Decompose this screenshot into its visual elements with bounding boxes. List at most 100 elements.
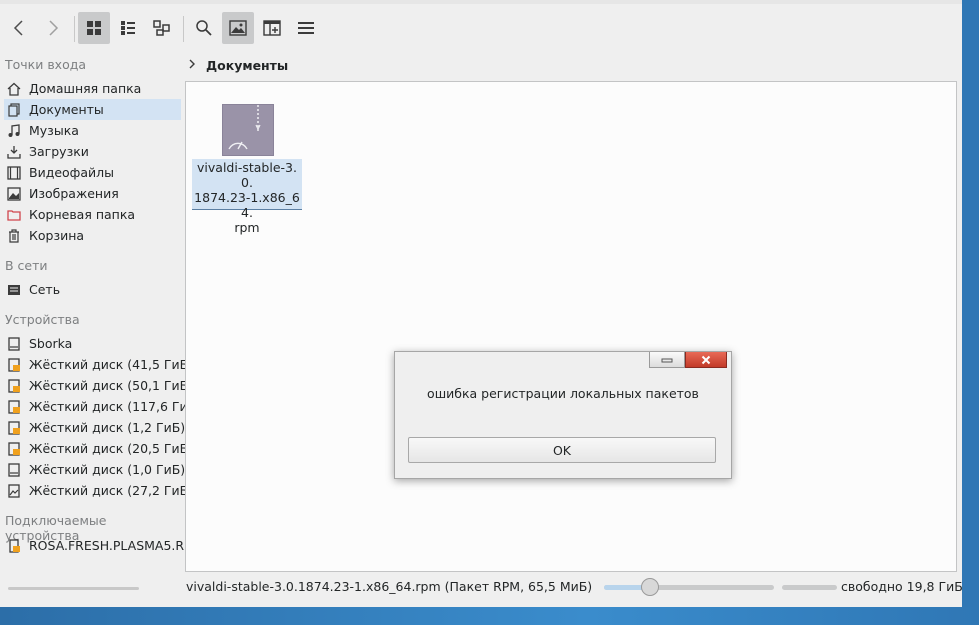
tree-view-icon bbox=[153, 20, 170, 36]
sidebar-scrollbar[interactable] bbox=[8, 587, 139, 590]
forward-arrow-icon bbox=[49, 20, 59, 36]
videos-icon bbox=[7, 165, 21, 180]
sidebar-item-music[interactable]: Музыка bbox=[4, 120, 181, 141]
sidebar-item-label: Корзина bbox=[29, 228, 85, 243]
breadcrumb: Документы bbox=[186, 54, 288, 76]
drive-locked-icon bbox=[7, 378, 21, 393]
back-button[interactable] bbox=[3, 12, 35, 44]
chevron-right-icon[interactable] bbox=[188, 58, 196, 73]
downloads-icon bbox=[7, 145, 21, 159]
sidebar-item-label: Сеть bbox=[29, 282, 61, 297]
sidebar-item-videos[interactable]: Видеофайлы bbox=[4, 162, 181, 183]
icons-view-button[interactable] bbox=[78, 12, 110, 44]
sidebar-item-label: Загрузки bbox=[29, 144, 89, 159]
drive-image-icon bbox=[7, 483, 21, 498]
drive-icon bbox=[7, 336, 21, 351]
error-dialog: ошибка регистрации локальных пакетов OK bbox=[394, 351, 732, 479]
removable-drive-icon bbox=[7, 538, 21, 553]
sidebar-item-device[interactable]: Жёсткий диск (20,5 ГиБ) bbox=[4, 438, 193, 459]
sidebar-item-label: Жёсткий диск (1,0 ГиБ) bbox=[29, 462, 186, 477]
close-icon bbox=[701, 355, 711, 364]
minimize-icon bbox=[661, 358, 673, 362]
drive-icon bbox=[7, 462, 21, 477]
zoom-slider[interactable] bbox=[604, 578, 774, 596]
section-heading-devices: Устройства bbox=[5, 312, 80, 327]
home-icon bbox=[7, 82, 21, 96]
drive-locked-icon bbox=[7, 420, 21, 435]
sidebar-item-label: Изображения bbox=[29, 186, 119, 201]
rpm-package-icon bbox=[222, 104, 274, 156]
compact-view-icon bbox=[121, 21, 135, 35]
drive-locked-icon bbox=[7, 441, 21, 456]
toolbar-separator bbox=[74, 16, 75, 42]
image-preview-icon bbox=[229, 20, 247, 36]
sidebar-item-downloads[interactable]: Загрузки bbox=[4, 141, 181, 162]
sidebar-item-device[interactable]: Жёсткий диск (1,2 ГиБ) bbox=[4, 417, 185, 438]
sidebar-item-label: Жёсткий диск (20,5 ГиБ) bbox=[29, 441, 194, 456]
sidebar-item-device[interactable]: Жёсткий диск (41,5 ГиБ) bbox=[4, 354, 193, 375]
section-heading-network: В сети bbox=[5, 258, 48, 273]
sidebar-item-label: Жёсткий диск (117,6 ГиБ) bbox=[29, 399, 202, 414]
file-manager-window: Точки входа Домашняя папка Документы Муз… bbox=[0, 0, 962, 607]
network-icon bbox=[7, 283, 21, 297]
free-space-bar bbox=[782, 585, 837, 590]
sidebar-item-removable[interactable]: ROSA.FRESH.PLASMA5.R11 bbox=[4, 535, 200, 556]
icons-view-icon bbox=[87, 21, 101, 35]
file-name: vivaldi-stable-3.0. 1874.23-1.x86_64. rp… bbox=[192, 159, 302, 235]
selection-info: vivaldi-stable-3.0.1874.23-1.x86_64.rpm … bbox=[186, 579, 593, 594]
root-folder-icon bbox=[7, 208, 21, 222]
compact-view-button[interactable] bbox=[112, 12, 144, 44]
file-name-line: 1874.23-1.x86_64. bbox=[194, 190, 300, 220]
sidebar-item-device[interactable]: Жёсткий диск (27,2 ГиБ) bbox=[4, 480, 193, 501]
file-view[interactable]: vivaldi-stable-3.0. 1874.23-1.x86_64. rp… bbox=[185, 81, 957, 572]
trash-icon bbox=[7, 228, 21, 243]
window-titlebar bbox=[0, 0, 962, 4]
sidebar-item-root[interactable]: Корневая папка bbox=[4, 204, 181, 225]
section-heading-places: Точки входа bbox=[5, 57, 87, 72]
hamburger-menu-icon bbox=[298, 22, 314, 34]
sidebar-item-trash[interactable]: Корзина bbox=[4, 225, 181, 246]
split-view-button[interactable] bbox=[256, 12, 288, 44]
file-name-line: rpm bbox=[234, 220, 260, 235]
menu-button[interactable] bbox=[290, 12, 322, 44]
sidebar-item-label: Музыка bbox=[29, 123, 79, 138]
minimize-button[interactable] bbox=[649, 352, 685, 368]
sidebar-item-device[interactable]: Жёсткий диск (1,0 ГиБ) bbox=[4, 459, 185, 480]
sidebar-item-label: Sborka bbox=[29, 336, 73, 351]
sidebar-item-device[interactable]: Жёсткий диск (117,6 ГиБ) bbox=[4, 396, 201, 417]
sidebar-item-label: ROSA.FRESH.PLASMA5.R11 bbox=[29, 538, 200, 553]
sidebar-item-label: Домашняя папка bbox=[29, 81, 142, 96]
sidebar-item-device[interactable]: Sborka bbox=[4, 333, 181, 354]
music-icon bbox=[7, 123, 21, 138]
sidebar-item-label: Документы bbox=[29, 102, 104, 117]
ok-button[interactable]: OK bbox=[408, 437, 716, 463]
status-bar: vivaldi-stable-3.0.1874.23-1.x86_64.rpm … bbox=[0, 576, 962, 598]
drive-locked-icon bbox=[7, 357, 21, 372]
split-view-icon bbox=[263, 20, 281, 36]
documents-icon bbox=[7, 102, 21, 117]
sidebar-item-home[interactable]: Домашняя папка bbox=[4, 78, 181, 99]
zoom-slider-handle[interactable] bbox=[640, 578, 659, 596]
file-name-line: vivaldi-stable-3.0. bbox=[197, 160, 297, 190]
sidebar-item-label: Жёсткий диск (50,1 ГиБ) bbox=[29, 378, 194, 393]
back-arrow-icon bbox=[13, 20, 23, 36]
details-view-button[interactable] bbox=[146, 12, 178, 44]
sidebar-item-label: Жёсткий диск (27,2 ГиБ) bbox=[29, 483, 194, 498]
search-button[interactable] bbox=[188, 12, 220, 44]
sidebar-item-documents[interactable]: Документы bbox=[4, 99, 181, 120]
sidebar-item-pictures[interactable]: Изображения bbox=[4, 183, 181, 204]
sidebar-item-device[interactable]: Жёсткий диск (50,1 ГиБ) bbox=[4, 375, 193, 396]
sidebar-item-network[interactable]: Сеть bbox=[4, 279, 181, 300]
sidebar-item-label: Жёсткий диск (41,5 ГиБ) bbox=[29, 357, 194, 372]
drive-locked-icon bbox=[7, 399, 21, 414]
breadcrumb-current[interactable]: Документы bbox=[206, 58, 288, 73]
desktop-background bbox=[0, 607, 979, 625]
pictures-icon bbox=[7, 186, 21, 201]
preview-button[interactable] bbox=[222, 12, 254, 44]
file-item[interactable]: vivaldi-stable-3.0. 1874.23-1.x86_64. rp… bbox=[192, 102, 302, 235]
toolbar-separator bbox=[183, 16, 184, 42]
places-sidebar: Точки входа Домашняя папка Документы Муз… bbox=[0, 54, 201, 556]
dialog-message: ошибка регистрации локальных пакетов bbox=[427, 386, 699, 401]
forward-button[interactable] bbox=[37, 12, 69, 44]
close-button[interactable] bbox=[685, 352, 727, 368]
